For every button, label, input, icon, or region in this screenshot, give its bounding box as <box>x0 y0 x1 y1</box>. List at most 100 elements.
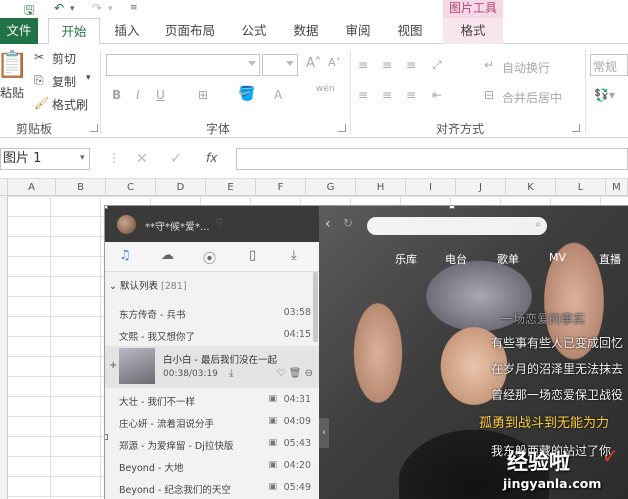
column-header[interactable]: A <box>8 179 56 196</box>
column-header[interactable]: J <box>456 179 506 196</box>
column-header[interactable]: G <box>306 179 356 196</box>
number-format-combo[interactable]: 常规 <box>590 54 628 76</box>
back-icon[interactable]: ‹ <box>325 216 331 232</box>
category-radio[interactable]: 电台 <box>445 251 467 267</box>
font-size-combo[interactable] <box>262 54 298 76</box>
download-icon[interactable]: ⤓ <box>291 248 297 263</box>
tab-page-layout[interactable]: 页面布局 <box>160 18 220 44</box>
tab-home[interactable]: 开始 <box>48 18 100 45</box>
cut-button[interactable]: 剪切 <box>52 50 76 67</box>
remove-icon[interactable]: ⊖ <box>305 368 313 379</box>
redo-icon[interactable]: ↷ <box>92 1 102 15</box>
row-headers[interactable] <box>0 196 8 499</box>
tab-view[interactable]: 视图 <box>392 18 428 44</box>
column-header[interactable]: H <box>356 179 406 196</box>
paste-icon[interactable]: 📋 <box>0 50 28 80</box>
category-live[interactable]: 直播 <box>599 251 621 267</box>
column-header[interactable]: C <box>106 179 156 196</box>
align-bottom-icon[interactable]: ≡ <box>406 58 416 72</box>
collapse-panel-button[interactable]: ‹ <box>319 418 329 448</box>
alignment-launcher-icon[interactable] <box>572 124 580 132</box>
cloud-icon[interactable]: ☁ <box>161 248 174 263</box>
category-mv[interactable]: MV <box>549 251 566 264</box>
select-all-corner[interactable] <box>0 179 8 196</box>
increase-font-icon[interactable]: A˄ <box>306 56 321 71</box>
tab-format[interactable]: 格式 <box>443 18 503 44</box>
resize-handle[interactable] <box>105 206 108 209</box>
italic-button[interactable]: I <box>136 88 140 102</box>
borders-icon[interactable]: ⊞ <box>198 88 208 102</box>
mv-icon[interactable]: ▣ <box>268 438 277 448</box>
now-playing-item[interactable]: + 白小白 - 最后我们没在一起 00:38/03:19 ⤓ ♡ 🗑 ⊖ <box>105 346 319 388</box>
align-center-icon[interactable]: ≡ <box>382 88 392 102</box>
list-item[interactable]: Beyond - 纪念我们的天空 ▣ 05:49 <box>105 477 319 499</box>
download-icon[interactable]: ⤓ <box>229 368 233 379</box>
list-item[interactable]: 郑源 - 为爱痒留 - Dj拉快版 ▣ 05:43 <box>105 433 319 455</box>
align-top-icon[interactable]: ≡ <box>358 58 368 72</box>
category-library[interactable]: 乐库 <box>395 251 417 267</box>
tab-data[interactable]: 数据 <box>288 18 324 44</box>
clipboard-launcher-icon[interactable] <box>90 124 98 132</box>
copy-icon[interactable]: ⎘ <box>34 73 44 88</box>
cancel-icon[interactable]: ✕ <box>136 151 148 167</box>
music-note-icon[interactable]: ♫ <box>119 248 131 263</box>
column-header[interactable]: B <box>56 179 106 196</box>
tab-formulas[interactable]: 公式 <box>236 18 272 44</box>
customize-toolbar-icon[interactable]: ≡ <box>130 3 138 13</box>
insert-function-icon[interactable]: fx <box>206 151 217 165</box>
list-item[interactable]: 文熙 - 我又想你了 04:15 <box>105 324 319 346</box>
copy-dropdown-icon[interactable]: ▾ <box>86 73 91 83</box>
column-header[interactable]: I <box>406 179 456 196</box>
name-box-dropdown-icon[interactable]: ▾ <box>80 153 85 163</box>
column-header[interactable]: F <box>256 179 306 196</box>
enter-icon[interactable]: ✓ <box>170 151 182 167</box>
trash-icon[interactable]: 🗑 <box>289 368 302 379</box>
mv-icon[interactable]: ▣ <box>268 460 277 470</box>
accounting-format-icon[interactable]: 💱▾ <box>594 88 615 102</box>
align-left-icon[interactable]: ≡ <box>358 88 368 102</box>
undo-icon[interactable]: ↶ <box>54 1 64 15</box>
align-middle-icon[interactable]: ≡ <box>382 58 392 72</box>
heart-icon[interactable]: ♡ <box>277 368 286 379</box>
add-icon[interactable]: + <box>109 360 117 371</box>
indent-icon[interactable]: ⇤ <box>432 88 442 102</box>
tab-insert[interactable]: 插入 <box>110 18 144 44</box>
tab-file[interactable]: 文件 <box>0 18 38 44</box>
phone-icon[interactable]: ▯ <box>249 248 256 263</box>
list-item[interactable]: 庄心妍 - 流着泪说分手 ▣ 04:09 <box>105 411 319 433</box>
font-name-combo[interactable] <box>106 54 260 76</box>
column-header[interactable]: E <box>206 179 256 196</box>
orientation-icon[interactable]: ⤢ <box>432 58 442 73</box>
merge-icon[interactable]: ⊟ <box>484 88 494 102</box>
username[interactable]: **守*候*爱*... <box>145 218 210 233</box>
bold-button[interactable]: B <box>112 88 121 102</box>
name-box[interactable]: 图片 1 <box>0 148 90 170</box>
list-item[interactable]: Beyond - 大地 ▣ 04:20 <box>105 455 319 477</box>
decrease-font-icon[interactable]: A˅ <box>328 56 341 69</box>
search-input[interactable]: ⌕ <box>367 217 547 235</box>
redo-dropdown-icon[interactable]: ▾ <box>108 4 113 14</box>
mv-icon[interactable]: ▣ <box>268 394 277 404</box>
copy-button[interactable]: 复制 <box>52 73 76 90</box>
avatar[interactable] <box>117 215 136 234</box>
merge-center-button[interactable]: 合并后居中 <box>502 89 562 106</box>
tab-review[interactable]: 审阅 <box>340 18 376 44</box>
refresh-icon[interactable]: ↻ <box>343 216 353 230</box>
mv-icon[interactable]: ▣ <box>268 482 277 492</box>
fill-color-icon[interactable]: 🪣 <box>238 86 255 102</box>
category-playlists[interactable]: 歌单 <box>497 251 519 267</box>
cut-icon[interactable]: ✂ <box>34 50 44 64</box>
search-icon[interactable]: ⌕ <box>535 219 541 230</box>
font-launcher-icon[interactable] <box>338 124 346 132</box>
phonetic-icon[interactable]: wén <box>316 84 335 94</box>
column-header[interactable]: L <box>556 179 606 196</box>
resize-handle[interactable] <box>449 206 455 209</box>
column-header[interactable]: D <box>156 179 206 196</box>
list-item[interactable]: 东方传奇 - 兵书 03:58 <box>105 302 319 324</box>
column-header[interactable]: M <box>606 179 628 196</box>
resize-handle[interactable] <box>105 434 108 440</box>
underline-button[interactable]: U <box>156 88 165 102</box>
font-color-icon[interactable]: A <box>274 88 282 102</box>
undo-dropdown-icon[interactable]: ▾ <box>70 4 75 14</box>
align-right-icon[interactable]: ≡ <box>406 88 416 102</box>
